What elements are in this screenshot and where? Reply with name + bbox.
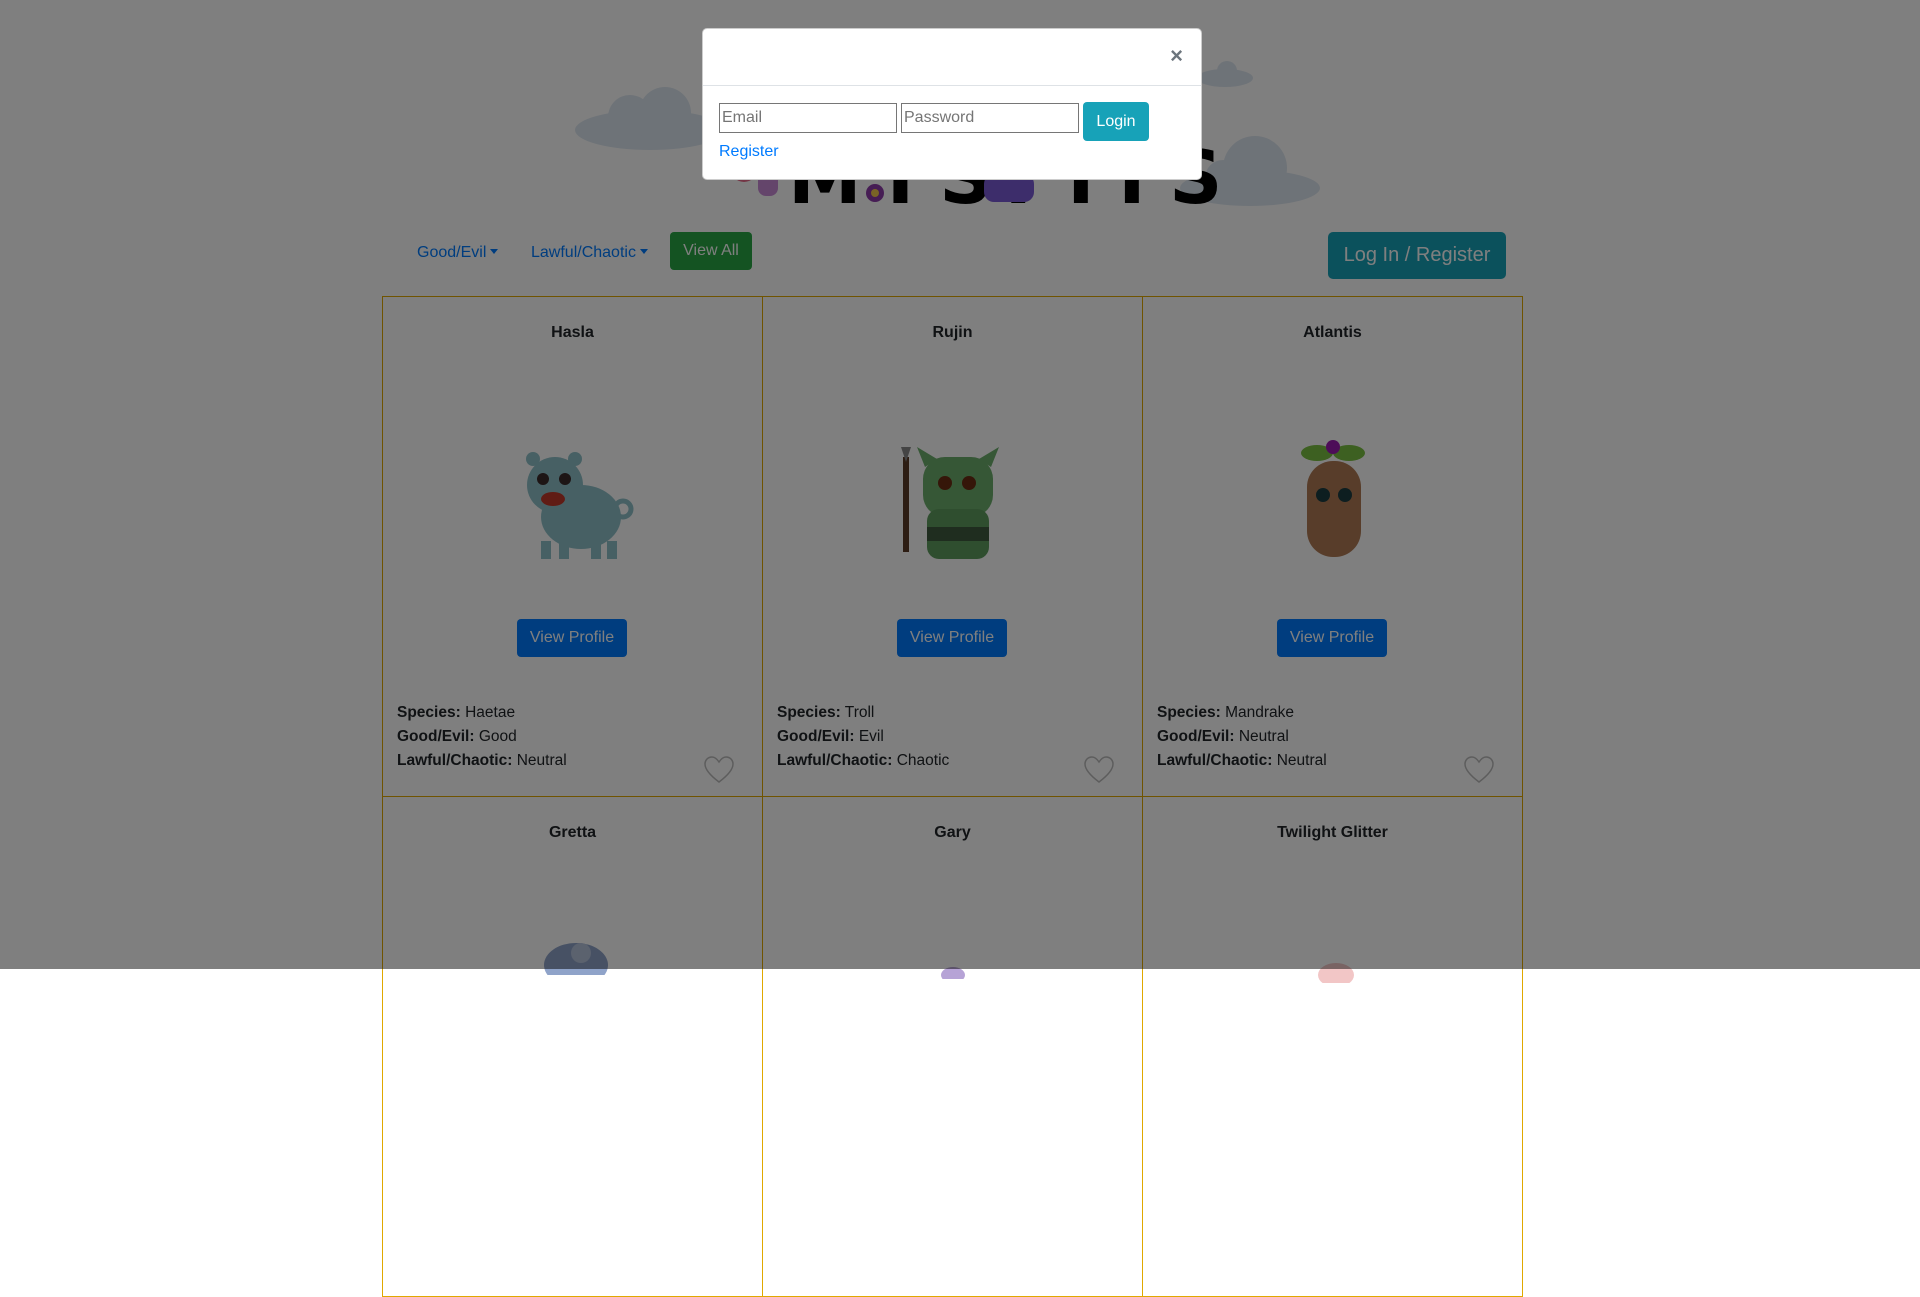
login-button[interactable]: Login <box>1083 102 1149 141</box>
password-input[interactable] <box>901 103 1079 133</box>
email-input[interactable] <box>719 103 897 133</box>
register-link[interactable]: Register <box>719 143 779 161</box>
close-icon[interactable]: × <box>1170 45 1183 67</box>
login-modal: × Login Register <box>702 28 1202 180</box>
modal-header: × <box>703 29 1201 86</box>
page: MYSFITS Good/Evil Lawful/Chaotic View Al… <box>0 0 1920 1297</box>
